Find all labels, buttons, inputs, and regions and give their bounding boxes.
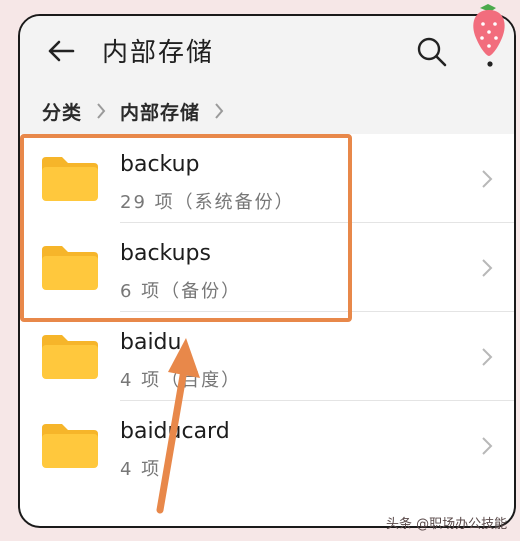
chevron-right-icon (482, 348, 493, 366)
app-bar: 内部存储 (20, 16, 514, 88)
chevron-right-icon (90, 100, 112, 122)
file-meta: 4 项 (120, 459, 162, 480)
breadcrumb: 分类 内部存储 (20, 88, 514, 134)
strawberry-sticker-icon (473, 4, 505, 56)
search-icon (417, 37, 447, 67)
file-name: baidu (120, 330, 182, 355)
file-name: baiducard (120, 419, 230, 444)
breadcrumb-item-category[interactable]: 分类 (42, 98, 82, 125)
arrow-left-icon (48, 40, 75, 62)
breadcrumb-item-internal-storage[interactable]: 内部存储 (120, 98, 200, 125)
chevron-right-icon (482, 170, 493, 188)
file-meta: 4 项（百度） (120, 370, 242, 391)
chevron-right-icon (208, 100, 230, 122)
list-item[interactable]: baidu 4 项（百度） (20, 312, 514, 401)
chevron-right-icon (482, 259, 493, 277)
page-title: 内部存储 (102, 38, 215, 68)
highlight-box (20, 134, 352, 322)
list-item[interactable]: baiducard 4 项 (20, 401, 514, 490)
folder-icon (42, 335, 98, 379)
folder-icon (42, 424, 98, 468)
search-button[interactable] (416, 36, 448, 68)
chevron-right-icon (482, 437, 493, 455)
back-button[interactable] (44, 34, 78, 68)
phone-screen: 内部存储 分类 内部存储 backup 29 项（系统备份） backups 6… (18, 14, 516, 528)
watermark: 头条 @职场办公技能 (386, 517, 508, 532)
